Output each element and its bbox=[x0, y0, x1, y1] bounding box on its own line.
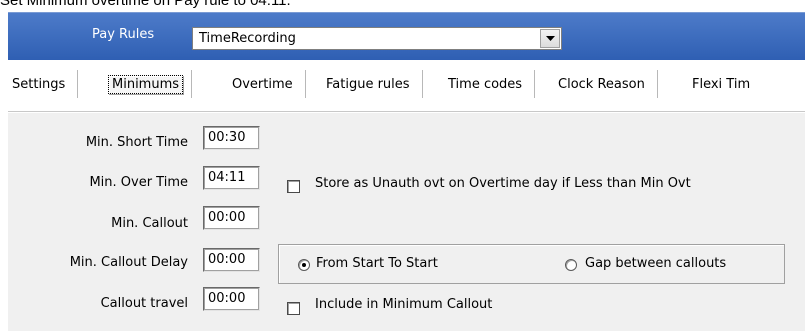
tab-flexi-time-label: Flexi Tim bbox=[692, 76, 751, 92]
min-over-time-field[interactable]: 04:11 bbox=[203, 166, 260, 190]
from-start-label: From Start To Start bbox=[316, 256, 438, 271]
min-short-time-label: Min. Short Time bbox=[85, 135, 188, 150]
tab-flexi-time[interactable]: Flexi Tim bbox=[680, 70, 762, 98]
tab-minimums-label: Minimums bbox=[108, 74, 184, 94]
store-unauth-checkbox[interactable] bbox=[287, 180, 300, 193]
tab-overtime-label: Overtime bbox=[232, 76, 293, 92]
callout-travel-field[interactable]: 00:00 bbox=[203, 287, 260, 311]
instruction-text: Set Minimum overtime on Pay rule to 04:1… bbox=[0, 0, 291, 9]
store-unauth-label: Store as Unauth ovt on Overtime day if L… bbox=[315, 176, 691, 191]
pay-rules-label: Pay Rules bbox=[92, 27, 155, 42]
tab-overtime[interactable]: Overtime bbox=[220, 70, 306, 98]
pay-rules-combo-value: TimeRecording bbox=[199, 31, 296, 46]
gap-between-label: Gap between callouts bbox=[585, 256, 727, 271]
tab-clock-reason[interactable]: Clock Reason bbox=[546, 70, 658, 98]
tab-time-codes-label: Time codes bbox=[448, 76, 523, 92]
tab-minimums[interactable]: Minimums bbox=[100, 70, 193, 98]
tab-time-codes[interactable]: Time codes bbox=[436, 70, 536, 98]
min-callout-field[interactable]: 00:00 bbox=[203, 206, 260, 230]
min-over-time-label: Min. Over Time bbox=[89, 175, 188, 190]
tab-fatigue-rules[interactable]: Fatigue rules bbox=[314, 70, 423, 98]
min-callout-label: Min. Callout bbox=[111, 216, 188, 231]
tab-settings[interactable]: Settings bbox=[8, 70, 79, 98]
radio-selected-dot bbox=[302, 263, 306, 267]
include-min-callout-label: Include in Minimum Callout bbox=[315, 297, 493, 312]
include-min-callout-checkbox[interactable] bbox=[287, 302, 300, 315]
gap-between-radio[interactable] bbox=[565, 259, 577, 271]
pay-rules-header: Pay Rules TimeRecording bbox=[8, 12, 805, 60]
tab-clock-reason-label: Clock Reason bbox=[558, 76, 645, 92]
tab-settings-label: Settings bbox=[12, 76, 66, 92]
pay-rules-combo[interactable]: TimeRecording bbox=[192, 27, 562, 50]
tab-fatigue-rules-label: Fatigue rules bbox=[326, 76, 410, 92]
tab-bar: Settings Minimums Overtime Fatigue rules… bbox=[8, 60, 805, 112]
min-callout-delay-field[interactable]: 00:00 bbox=[203, 248, 260, 272]
min-callout-delay-label: Min. Callout Delay bbox=[69, 255, 188, 270]
callout-travel-label: Callout travel bbox=[100, 296, 188, 311]
min-short-time-field[interactable]: 00:30 bbox=[203, 126, 260, 150]
from-start-radio[interactable] bbox=[298, 259, 310, 271]
dropdown-arrow-icon[interactable] bbox=[540, 29, 560, 48]
callout-mode-group: From Start To Start Gap between callouts bbox=[278, 244, 785, 284]
